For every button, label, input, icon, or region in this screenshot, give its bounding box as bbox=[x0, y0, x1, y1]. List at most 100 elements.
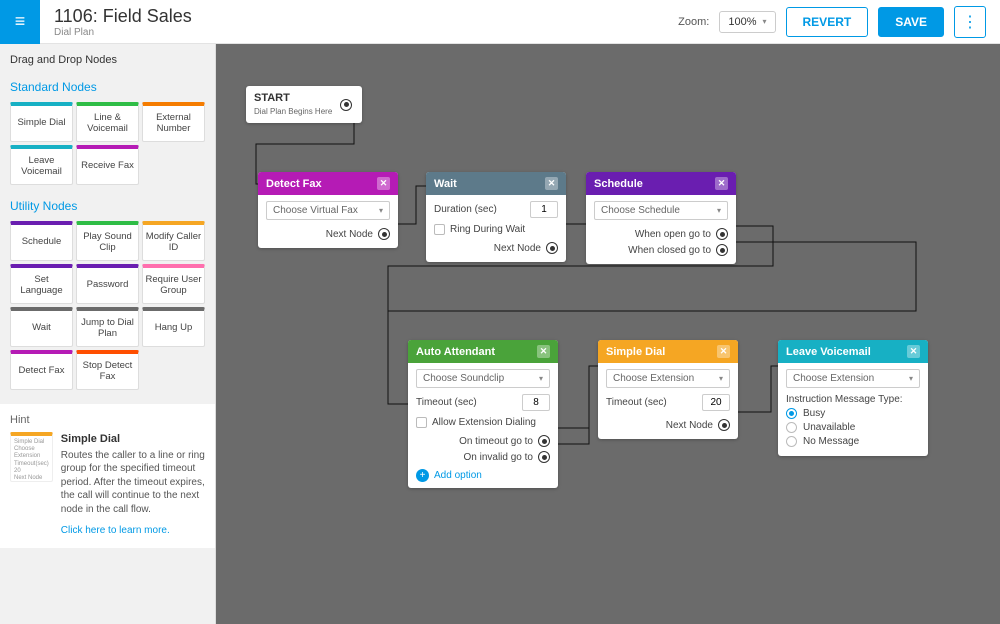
simple-dial-node[interactable]: Simple Dial ✕ Choose Extension▾ Timeout … bbox=[598, 340, 738, 439]
chevron-down-icon: ▾ bbox=[717, 206, 721, 215]
timeout-input[interactable] bbox=[702, 394, 730, 411]
palette-node[interactable]: Jump to Dial Plan bbox=[76, 307, 139, 347]
zoom-value: 100% bbox=[728, 16, 756, 28]
next-node-label: Next Node bbox=[326, 229, 373, 240]
close-icon[interactable]: ✕ bbox=[537, 345, 550, 358]
port-icon[interactable] bbox=[718, 419, 730, 431]
extension-select[interactable]: Choose Extension▾ bbox=[606, 369, 730, 388]
palette-node[interactable]: Password bbox=[76, 264, 139, 304]
hint-description: Routes the caller to a line or ring grou… bbox=[61, 450, 205, 515]
schedule-select[interactable]: Choose Schedule▾ bbox=[594, 201, 728, 220]
close-icon[interactable]: ✕ bbox=[907, 345, 920, 358]
palette-node[interactable]: External Number bbox=[142, 102, 205, 142]
menu-button[interactable]: ≡ bbox=[0, 0, 40, 44]
instruction-type-label: Instruction Message Type: bbox=[786, 394, 920, 405]
topbar: ≡ 1106: Field Sales Dial Plan Zoom: 100%… bbox=[0, 0, 1000, 44]
hint-link-anchor[interactable]: Click here bbox=[61, 525, 105, 536]
palette-node[interactable]: Schedule bbox=[10, 221, 73, 261]
radio-icon bbox=[786, 422, 797, 433]
palette-node[interactable]: Play Sound Clip bbox=[76, 221, 139, 261]
port-icon[interactable] bbox=[378, 228, 390, 240]
palette-node[interactable]: Leave Voicemail bbox=[10, 145, 73, 185]
close-icon[interactable]: ✕ bbox=[545, 177, 558, 190]
node-title: Leave Voicemail bbox=[786, 346, 871, 358]
chevron-down-icon: ▾ bbox=[539, 374, 543, 383]
revert-button[interactable]: REVERT bbox=[786, 7, 869, 37]
close-icon[interactable]: ✕ bbox=[715, 177, 728, 190]
port-icon[interactable] bbox=[538, 435, 550, 447]
ring-during-wait-checkbox[interactable]: Ring During Wait bbox=[434, 224, 558, 235]
add-option-button[interactable]: +Add option bbox=[416, 469, 550, 482]
save-button[interactable]: SAVE bbox=[878, 7, 944, 37]
chevron-down-icon: ▾ bbox=[909, 374, 913, 383]
node-title: Simple Dial bbox=[606, 346, 665, 358]
standard-nodes-heading: Standard Nodes bbox=[0, 74, 215, 102]
detect-fax-node[interactable]: Detect Fax ✕ Choose Virtual Fax▾ Next No… bbox=[258, 172, 398, 248]
more-button[interactable]: ⋮ bbox=[954, 6, 986, 38]
timeout-input[interactable] bbox=[522, 394, 550, 411]
radio-busy[interactable]: Busy bbox=[786, 408, 920, 419]
duration-input[interactable] bbox=[530, 201, 558, 218]
hint-title: Hint bbox=[10, 414, 205, 426]
port-icon[interactable] bbox=[546, 242, 558, 254]
soundclip-select[interactable]: Choose Soundclip▾ bbox=[416, 369, 550, 388]
start-node[interactable]: START Dial Plan Begins Here bbox=[246, 86, 362, 123]
auto-attendant-node[interactable]: Auto Attendant ✕ Choose Soundclip▾ Timeo… bbox=[408, 340, 558, 488]
port-icon[interactable] bbox=[716, 244, 728, 256]
wait-node[interactable]: Wait ✕ Duration (sec) Ring During Wait N… bbox=[426, 172, 566, 262]
checkbox-icon bbox=[416, 417, 427, 428]
utility-nodes-palette: SchedulePlay Sound ClipModify Caller ID S… bbox=[0, 221, 215, 398]
palette-node[interactable]: Stop Detect Fax bbox=[76, 350, 139, 390]
duration-label: Duration (sec) bbox=[434, 204, 497, 215]
port-icon[interactable] bbox=[538, 451, 550, 463]
kebab-icon: ⋮ bbox=[962, 12, 978, 32]
hint-box: Hint Simple DialChoose ExtensionTimeout(… bbox=[0, 404, 215, 548]
palette-node[interactable]: Require User Group bbox=[142, 264, 205, 304]
on-invalid-label: On invalid go to bbox=[464, 452, 534, 463]
wires bbox=[216, 44, 1000, 624]
palette-node[interactable]: Detect Fax bbox=[10, 350, 73, 390]
hint-thumbnail: Simple DialChoose ExtensionTimeout(sec) … bbox=[10, 432, 53, 482]
zoom-select[interactable]: 100% ▾ bbox=[719, 11, 775, 33]
timeout-label: Timeout (sec) bbox=[606, 397, 667, 408]
utility-nodes-heading: Utility Nodes bbox=[0, 193, 215, 221]
checkbox-icon bbox=[434, 224, 445, 235]
zoom-label: Zoom: bbox=[678, 16, 709, 28]
schedule-node[interactable]: Schedule ✕ Choose Schedule▾ When open go… bbox=[586, 172, 736, 264]
radio-icon bbox=[786, 408, 797, 419]
when-closed-label: When closed go to bbox=[628, 245, 711, 256]
palette-node[interactable]: Receive Fax bbox=[76, 145, 139, 185]
menu-icon: ≡ bbox=[15, 11, 26, 32]
leave-voicemail-node[interactable]: Leave Voicemail ✕ Choose Extension▾ Inst… bbox=[778, 340, 928, 456]
on-timeout-label: On timeout go to bbox=[459, 436, 533, 447]
palette-node[interactable]: Line & Voicemail bbox=[76, 102, 139, 142]
palette-node[interactable]: Set Language bbox=[10, 264, 73, 304]
palette-node[interactable]: Modify Caller ID bbox=[142, 221, 205, 261]
palette-node[interactable]: Wait bbox=[10, 307, 73, 347]
node-title: Wait bbox=[434, 178, 457, 190]
hint-text: Simple Dial Routes the caller to a line … bbox=[61, 432, 205, 538]
sidebar: Drag and Drop Nodes Standard Nodes Simpl… bbox=[0, 44, 216, 624]
allow-extension-checkbox[interactable]: Allow Extension Dialing bbox=[416, 417, 550, 428]
chevron-down-icon: ▾ bbox=[379, 206, 383, 215]
chevron-down-icon: ▾ bbox=[719, 374, 723, 383]
port-icon[interactable] bbox=[716, 228, 728, 240]
extension-select[interactable]: Choose Extension▾ bbox=[786, 369, 920, 388]
virtual-fax-select[interactable]: Choose Virtual Fax▾ bbox=[266, 201, 390, 220]
port-icon[interactable] bbox=[340, 99, 352, 111]
close-icon[interactable]: ✕ bbox=[717, 345, 730, 358]
radio-unavailable[interactable]: Unavailable bbox=[786, 422, 920, 433]
next-node-label: Next Node bbox=[494, 243, 541, 254]
page-subtitle: Dial Plan bbox=[54, 27, 678, 38]
start-title: START bbox=[254, 92, 332, 105]
next-node-label: Next Node bbox=[666, 420, 713, 431]
plus-icon: + bbox=[416, 469, 429, 482]
sidebar-heading: Drag and Drop Nodes bbox=[0, 44, 215, 74]
hint-link: Click here to learn more. bbox=[61, 524, 205, 538]
close-icon[interactable]: ✕ bbox=[377, 177, 390, 190]
canvas[interactable]: START Dial Plan Begins Here Detect Fax ✕… bbox=[216, 44, 1000, 624]
timeout-label: Timeout (sec) bbox=[416, 397, 477, 408]
radio-no-message[interactable]: No Message bbox=[786, 436, 920, 447]
palette-node[interactable]: Hang Up bbox=[142, 307, 205, 347]
palette-node[interactable]: Simple Dial bbox=[10, 102, 73, 142]
